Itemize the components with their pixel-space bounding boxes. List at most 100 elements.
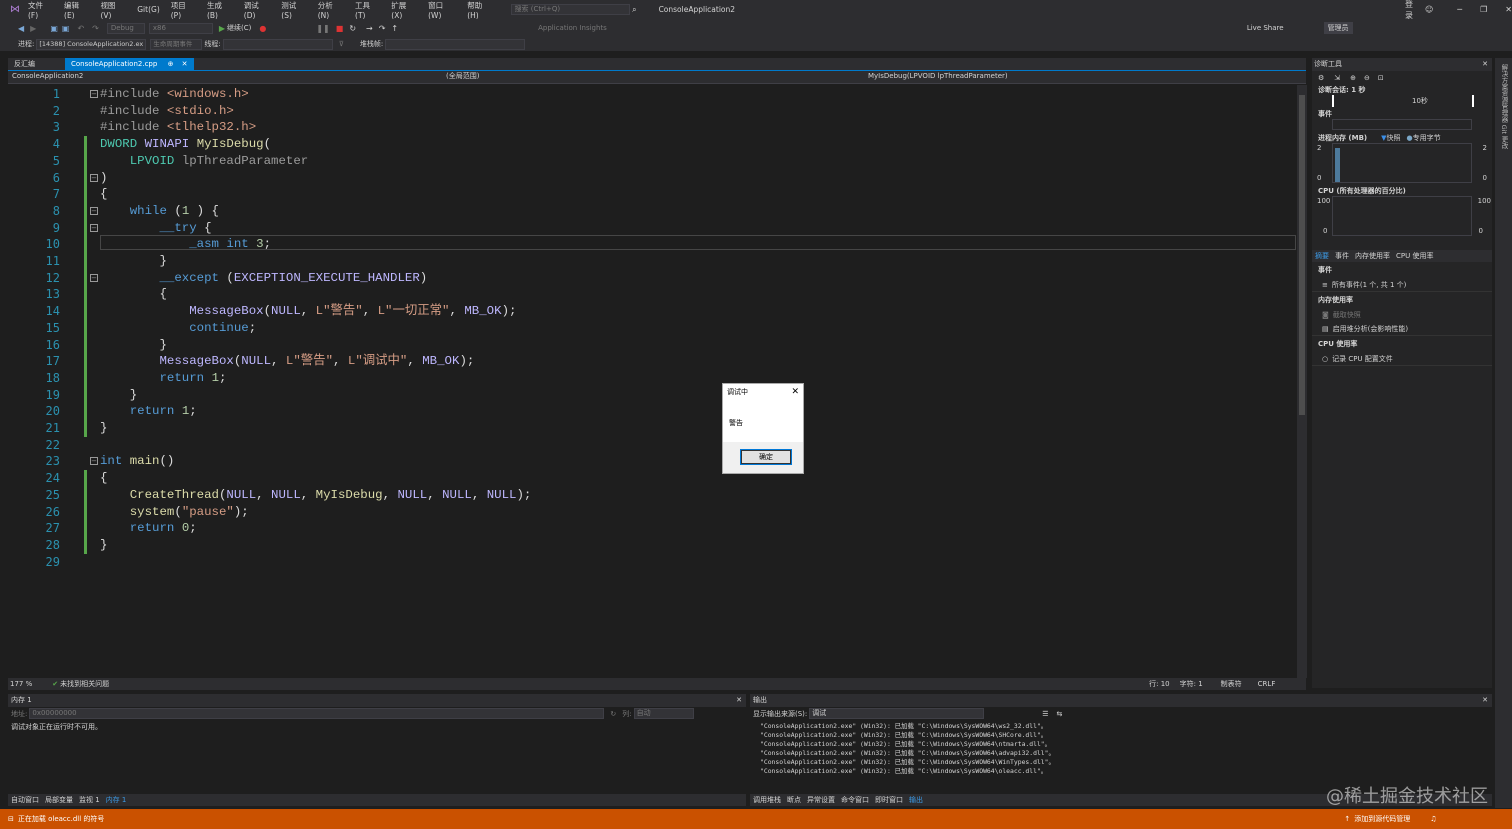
code-line[interactable]: int main() xyxy=(100,453,174,470)
minimize-icon[interactable]: ─ xyxy=(1457,5,1462,14)
code-line[interactable]: return 1; xyxy=(100,403,197,420)
save-icon[interactable]: ▣ xyxy=(50,24,58,33)
code-line[interactable]: #include <tlhelp32.h> xyxy=(100,119,256,136)
restart-icon[interactable]: ↻ xyxy=(349,24,356,33)
issues-status[interactable]: 未找到相关问题 xyxy=(60,679,109,689)
memory-graph[interactable]: 2 0 2 0 xyxy=(1317,143,1487,183)
side-tool-labels[interactable]: 解决方案资源管理器 Git 更改 xyxy=(1499,64,1509,149)
stop-icon[interactable]: ■ xyxy=(336,24,344,33)
config-dropdown[interactable]: Debug xyxy=(106,22,145,34)
code-line[interactable]: CreateThread(NULL, NULL, MyIsDebug, NULL… xyxy=(100,487,532,504)
code-line[interactable]: MessageBox(NULL, L"警告", L"一切正常", MB_OK); xyxy=(100,303,516,320)
tab-4[interactable]: 即时窗口 xyxy=(875,794,903,806)
upload-icon[interactable]: ↑ xyxy=(1344,815,1350,823)
code-line[interactable]: { xyxy=(100,470,107,487)
close-output-icon[interactable]: ✕ xyxy=(1482,694,1488,707)
forward-icon[interactable]: ▶ xyxy=(30,24,36,33)
save-all-icon[interactable]: ▣ xyxy=(62,24,70,33)
code-line[interactable]: { xyxy=(100,186,107,203)
code-line[interactable]: __except (EXCEPTION_EXECUTE_HANDLER) xyxy=(100,270,428,287)
process-dropdown[interactable]: [14388] ConsoleApplication2.ex xyxy=(36,38,147,50)
liveshare-button[interactable]: Live Share xyxy=(1247,24,1284,32)
project-dropdown[interactable]: ConsoleApplication2 xyxy=(8,72,436,83)
fold-toggle-icon[interactable]: − xyxy=(90,173,98,182)
step-out-icon[interactable]: ↑ xyxy=(391,24,398,33)
insights-label[interactable]: Application Insights xyxy=(538,24,607,32)
menu-item-8[interactable]: 分析(N) xyxy=(318,0,344,20)
tab-2[interactable]: 内存使用率 xyxy=(1355,250,1390,262)
tab-0[interactable]: 摘要 xyxy=(1315,250,1329,262)
step-over-icon[interactable]: ↷ xyxy=(379,24,386,33)
code-line[interactable]: while (1 ) { xyxy=(100,203,219,220)
refresh-icon[interactable]: ↻ xyxy=(610,710,616,718)
account-icon[interactable]: ☺ xyxy=(1425,5,1433,14)
menu-item-11[interactable]: 窗口(W) xyxy=(428,0,456,20)
thread-dropdown[interactable] xyxy=(222,38,333,50)
clear-output-icon[interactable]: ☰ xyxy=(1042,710,1048,718)
add-to-source-control[interactable]: 添加到源代码管理 xyxy=(1354,814,1410,824)
side-tool-strip[interactable]: 解决方案资源管理器 Git 更改 xyxy=(1495,58,1512,808)
menu-item-12[interactable]: 帮助(H) xyxy=(467,0,493,20)
code-line[interactable]: return 1; xyxy=(100,370,227,387)
all-events-row[interactable]: ≡ 所有事件(1 个, 共 1 个) xyxy=(1312,278,1492,292)
dialog-close-icon[interactable]: ✕ xyxy=(791,387,799,397)
editor-scrollbar[interactable] xyxy=(1297,85,1307,678)
close-window-icon[interactable]: ✕ xyxy=(1505,5,1512,14)
record-cpu-row[interactable]: ○ 记录 CPU 配置文件 xyxy=(1312,352,1492,366)
menu-item-10[interactable]: 扩展(X) xyxy=(391,0,417,20)
code-line[interactable]: } xyxy=(100,253,166,270)
zoom-level[interactable]: 177 % xyxy=(10,680,32,688)
undo-icon[interactable]: ↶ xyxy=(77,24,84,33)
bell-icon[interactable]: ♫ xyxy=(1430,815,1436,823)
code-line[interactable]: } xyxy=(100,337,166,354)
wrap-icon[interactable]: ⇆ xyxy=(1057,710,1063,718)
cpu-graph[interactable]: 100 0 100 0 xyxy=(1317,196,1491,236)
tab-1[interactable]: 局部变量 xyxy=(45,794,73,806)
stack-dropdown[interactable] xyxy=(385,38,526,50)
search-icon[interactable]: ⌕ xyxy=(632,5,636,15)
fire-icon[interactable]: ● xyxy=(259,24,266,33)
zoom-out-icon[interactable]: ⊖ xyxy=(1364,74,1370,82)
code-line[interactable]: MessageBox(NULL, L"警告", L"调试中", MB_OK); xyxy=(100,353,475,370)
code-line[interactable]: DWORD WINAPI MyIsDebug( xyxy=(100,136,271,153)
code-line[interactable]: #include <windows.h> xyxy=(100,86,249,103)
menu-item-0[interactable]: 文件(F) xyxy=(28,0,53,20)
code-line[interactable]: continue; xyxy=(100,320,256,337)
tab-5[interactable]: 输出 xyxy=(909,794,923,806)
redo-icon[interactable]: ↷ xyxy=(92,24,99,33)
zoom-in-icon[interactable]: ⊕ xyxy=(1350,74,1356,82)
dialog-ok-button[interactable]: 确定 xyxy=(740,449,792,465)
address-input[interactable]: 0x00000000 xyxy=(29,708,605,719)
tab-1[interactable]: 事件 xyxy=(1335,250,1349,262)
code-line[interactable]: ) xyxy=(100,170,107,187)
code-line[interactable]: __try { xyxy=(100,220,212,237)
timeline-ruler[interactable]: 10秒 xyxy=(1332,95,1474,107)
source-dropdown[interactable]: 调试 xyxy=(809,708,985,719)
take-snapshot-row[interactable]: ◙ 截取快照 xyxy=(1312,308,1492,322)
settings-icon[interactable]: ⚙ xyxy=(1318,74,1324,82)
code-line[interactable]: } xyxy=(100,537,107,554)
close-tab-icon[interactable]: ✕ xyxy=(182,60,188,68)
heap-profile-row[interactable]: ▤ 启用堆分析(会影响性能) xyxy=(1312,322,1492,336)
fold-toggle-icon[interactable]: − xyxy=(90,90,98,98)
tab-2[interactable]: 异常设置 xyxy=(807,794,835,806)
menu-item-4[interactable]: 项目(P) xyxy=(171,0,196,20)
menu-item-5[interactable]: 生成(B) xyxy=(207,0,233,20)
menu-item-3[interactable]: Git(G) xyxy=(137,5,160,14)
filter-icon[interactable]: ⊽ xyxy=(339,40,344,48)
login-link[interactable]: 登录 xyxy=(1405,0,1421,21)
pause-icon[interactable]: ❚❚ xyxy=(316,24,329,33)
lifecycle-dropdown[interactable]: 生命周期事件 xyxy=(150,38,203,50)
menu-item-2[interactable]: 视图(V) xyxy=(100,0,126,20)
code-line[interactable]: } xyxy=(100,420,107,437)
scrollbar-thumb[interactable] xyxy=(1299,95,1305,415)
tab-2[interactable]: 监视 1 xyxy=(79,794,100,806)
platform-dropdown[interactable]: x86 xyxy=(148,22,213,34)
columns-dropdown[interactable]: 自动 xyxy=(633,708,694,719)
code-line[interactable]: system("pause"); xyxy=(100,504,249,521)
fold-toggle-icon[interactable]: − xyxy=(90,223,98,232)
pin-icon[interactable]: ⊕ xyxy=(168,60,174,68)
tabs-indicator[interactable]: 制表符 xyxy=(1221,679,1242,689)
close-diag-icon[interactable]: ✕ xyxy=(1482,58,1488,71)
tab-1[interactable]: 断点 xyxy=(787,794,801,806)
